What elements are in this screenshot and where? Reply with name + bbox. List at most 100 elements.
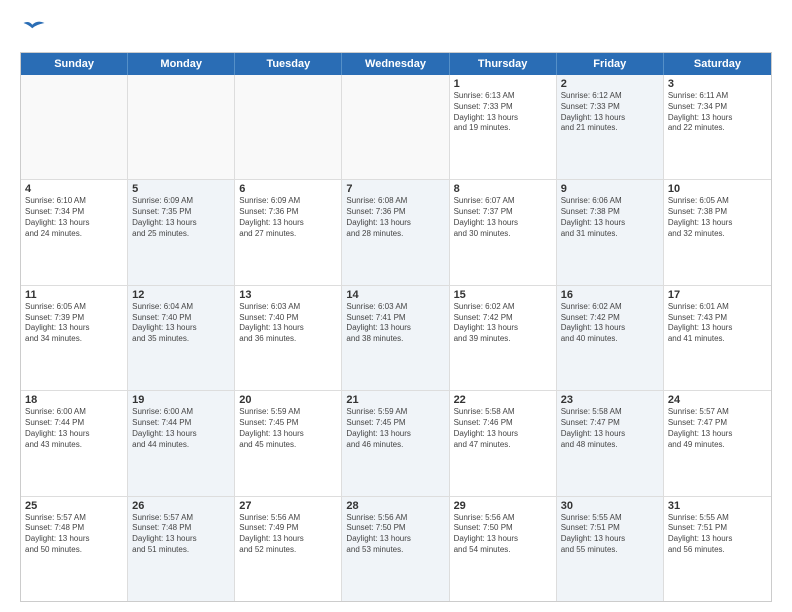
cell-line: and 21 minutes.: [561, 123, 659, 134]
cell-line: and 34 minutes.: [25, 334, 123, 345]
cell-line: Daylight: 13 hours: [346, 534, 444, 545]
cell-line: Daylight: 13 hours: [132, 218, 230, 229]
calendar-cell-r0c3: [342, 75, 449, 179]
cell-line: and 31 minutes.: [561, 229, 659, 240]
calendar-cell-r3c6: 24Sunrise: 5:57 AMSunset: 7:47 PMDayligh…: [664, 391, 771, 495]
cell-line: Daylight: 13 hours: [454, 323, 552, 334]
day-number: 14: [346, 289, 444, 301]
cell-line: and 44 minutes.: [132, 440, 230, 451]
cell-line: Sunset: 7:40 PM: [239, 313, 337, 324]
cell-line: Sunrise: 6:02 AM: [454, 302, 552, 313]
cell-line: Sunrise: 6:01 AM: [668, 302, 767, 313]
cell-line: Sunset: 7:47 PM: [561, 418, 659, 429]
weekday-header-friday: Friday: [557, 53, 664, 75]
day-number: 15: [454, 289, 552, 301]
weekday-header-thursday: Thursday: [450, 53, 557, 75]
calendar-cell-r2c4: 15Sunrise: 6:02 AMSunset: 7:42 PMDayligh…: [450, 286, 557, 390]
cell-line: Sunset: 7:46 PM: [454, 418, 552, 429]
calendar-row-4: 25Sunrise: 5:57 AMSunset: 7:48 PMDayligh…: [21, 497, 771, 601]
day-number: 19: [132, 394, 230, 406]
weekday-header-monday: Monday: [128, 53, 235, 75]
cell-line: and 51 minutes.: [132, 545, 230, 556]
cell-line: Sunrise: 6:03 AM: [346, 302, 444, 313]
cell-line: and 27 minutes.: [239, 229, 337, 240]
cell-line: and 19 minutes.: [454, 123, 552, 134]
cell-line: Daylight: 13 hours: [25, 218, 123, 229]
cell-line: Sunrise: 6:12 AM: [561, 91, 659, 102]
cell-line: and 35 minutes.: [132, 334, 230, 345]
cell-line: and 47 minutes.: [454, 440, 552, 451]
cell-line: Sunrise: 6:05 AM: [668, 196, 767, 207]
day-number: 24: [668, 394, 767, 406]
cell-line: Sunset: 7:38 PM: [561, 207, 659, 218]
day-number: 31: [668, 500, 767, 512]
cell-line: Sunset: 7:50 PM: [454, 523, 552, 534]
cell-line: Daylight: 13 hours: [132, 429, 230, 440]
day-number: 13: [239, 289, 337, 301]
calendar-cell-r4c2: 27Sunrise: 5:56 AMSunset: 7:49 PMDayligh…: [235, 497, 342, 601]
cell-line: and 30 minutes.: [454, 229, 552, 240]
day-number: 1: [454, 78, 552, 90]
day-number: 8: [454, 183, 552, 195]
cell-line: Daylight: 13 hours: [239, 218, 337, 229]
day-number: 28: [346, 500, 444, 512]
cell-line: Sunrise: 5:55 AM: [668, 513, 767, 524]
cell-line: and 52 minutes.: [239, 545, 337, 556]
cell-line: Sunset: 7:44 PM: [132, 418, 230, 429]
cell-line: Sunset: 7:36 PM: [239, 207, 337, 218]
cell-line: and 48 minutes.: [561, 440, 659, 451]
calendar-cell-r0c4: 1Sunrise: 6:13 AMSunset: 7:33 PMDaylight…: [450, 75, 557, 179]
calendar-cell-r2c5: 16Sunrise: 6:02 AMSunset: 7:42 PMDayligh…: [557, 286, 664, 390]
cell-line: Sunset: 7:44 PM: [25, 418, 123, 429]
cell-line: Daylight: 13 hours: [561, 534, 659, 545]
day-number: 29: [454, 500, 552, 512]
cell-line: Sunset: 7:33 PM: [561, 102, 659, 113]
calendar-cell-r3c2: 20Sunrise: 5:59 AMSunset: 7:45 PMDayligh…: [235, 391, 342, 495]
cell-line: Sunrise: 6:00 AM: [25, 407, 123, 418]
cell-line: Sunset: 7:43 PM: [668, 313, 767, 324]
cell-line: Daylight: 13 hours: [561, 113, 659, 124]
cell-line: and 56 minutes.: [668, 545, 767, 556]
cell-line: Daylight: 13 hours: [668, 429, 767, 440]
cell-line: and 40 minutes.: [561, 334, 659, 345]
day-number: 26: [132, 500, 230, 512]
day-number: 3: [668, 78, 767, 90]
cell-line: Daylight: 13 hours: [454, 218, 552, 229]
cell-line: Daylight: 13 hours: [668, 113, 767, 124]
cell-line: Daylight: 13 hours: [132, 534, 230, 545]
cell-line: Sunrise: 5:57 AM: [668, 407, 767, 418]
cell-line: Daylight: 13 hours: [454, 429, 552, 440]
cell-line: Sunrise: 6:07 AM: [454, 196, 552, 207]
cell-line: and 41 minutes.: [668, 334, 767, 345]
cell-line: Sunrise: 6:08 AM: [346, 196, 444, 207]
cell-line: and 54 minutes.: [454, 545, 552, 556]
cell-line: Sunrise: 6:09 AM: [239, 196, 337, 207]
day-number: 16: [561, 289, 659, 301]
calendar-cell-r0c2: [235, 75, 342, 179]
cell-line: Sunset: 7:39 PM: [25, 313, 123, 324]
cell-line: and 25 minutes.: [132, 229, 230, 240]
cell-line: Sunset: 7:51 PM: [561, 523, 659, 534]
cell-line: and 50 minutes.: [25, 545, 123, 556]
cell-line: Daylight: 13 hours: [454, 534, 552, 545]
calendar-cell-r2c1: 12Sunrise: 6:04 AMSunset: 7:40 PMDayligh…: [128, 286, 235, 390]
cell-line: and 39 minutes.: [454, 334, 552, 345]
day-number: 7: [346, 183, 444, 195]
day-number: 27: [239, 500, 337, 512]
day-number: 20: [239, 394, 337, 406]
cell-line: Sunset: 7:41 PM: [346, 313, 444, 324]
cell-line: Daylight: 13 hours: [239, 429, 337, 440]
cell-line: Daylight: 13 hours: [25, 323, 123, 334]
cell-line: and 28 minutes.: [346, 229, 444, 240]
cell-line: Sunset: 7:45 PM: [346, 418, 444, 429]
cell-line: Sunset: 7:38 PM: [668, 207, 767, 218]
cell-line: and 36 minutes.: [239, 334, 337, 345]
cell-line: Sunrise: 6:10 AM: [25, 196, 123, 207]
cell-line: Daylight: 13 hours: [668, 323, 767, 334]
weekday-header-saturday: Saturday: [664, 53, 771, 75]
cell-line: Sunset: 7:45 PM: [239, 418, 337, 429]
cell-line: Daylight: 13 hours: [668, 534, 767, 545]
cell-line: Daylight: 13 hours: [25, 429, 123, 440]
cell-line: Sunrise: 5:56 AM: [454, 513, 552, 524]
cell-line: Sunrise: 6:03 AM: [239, 302, 337, 313]
